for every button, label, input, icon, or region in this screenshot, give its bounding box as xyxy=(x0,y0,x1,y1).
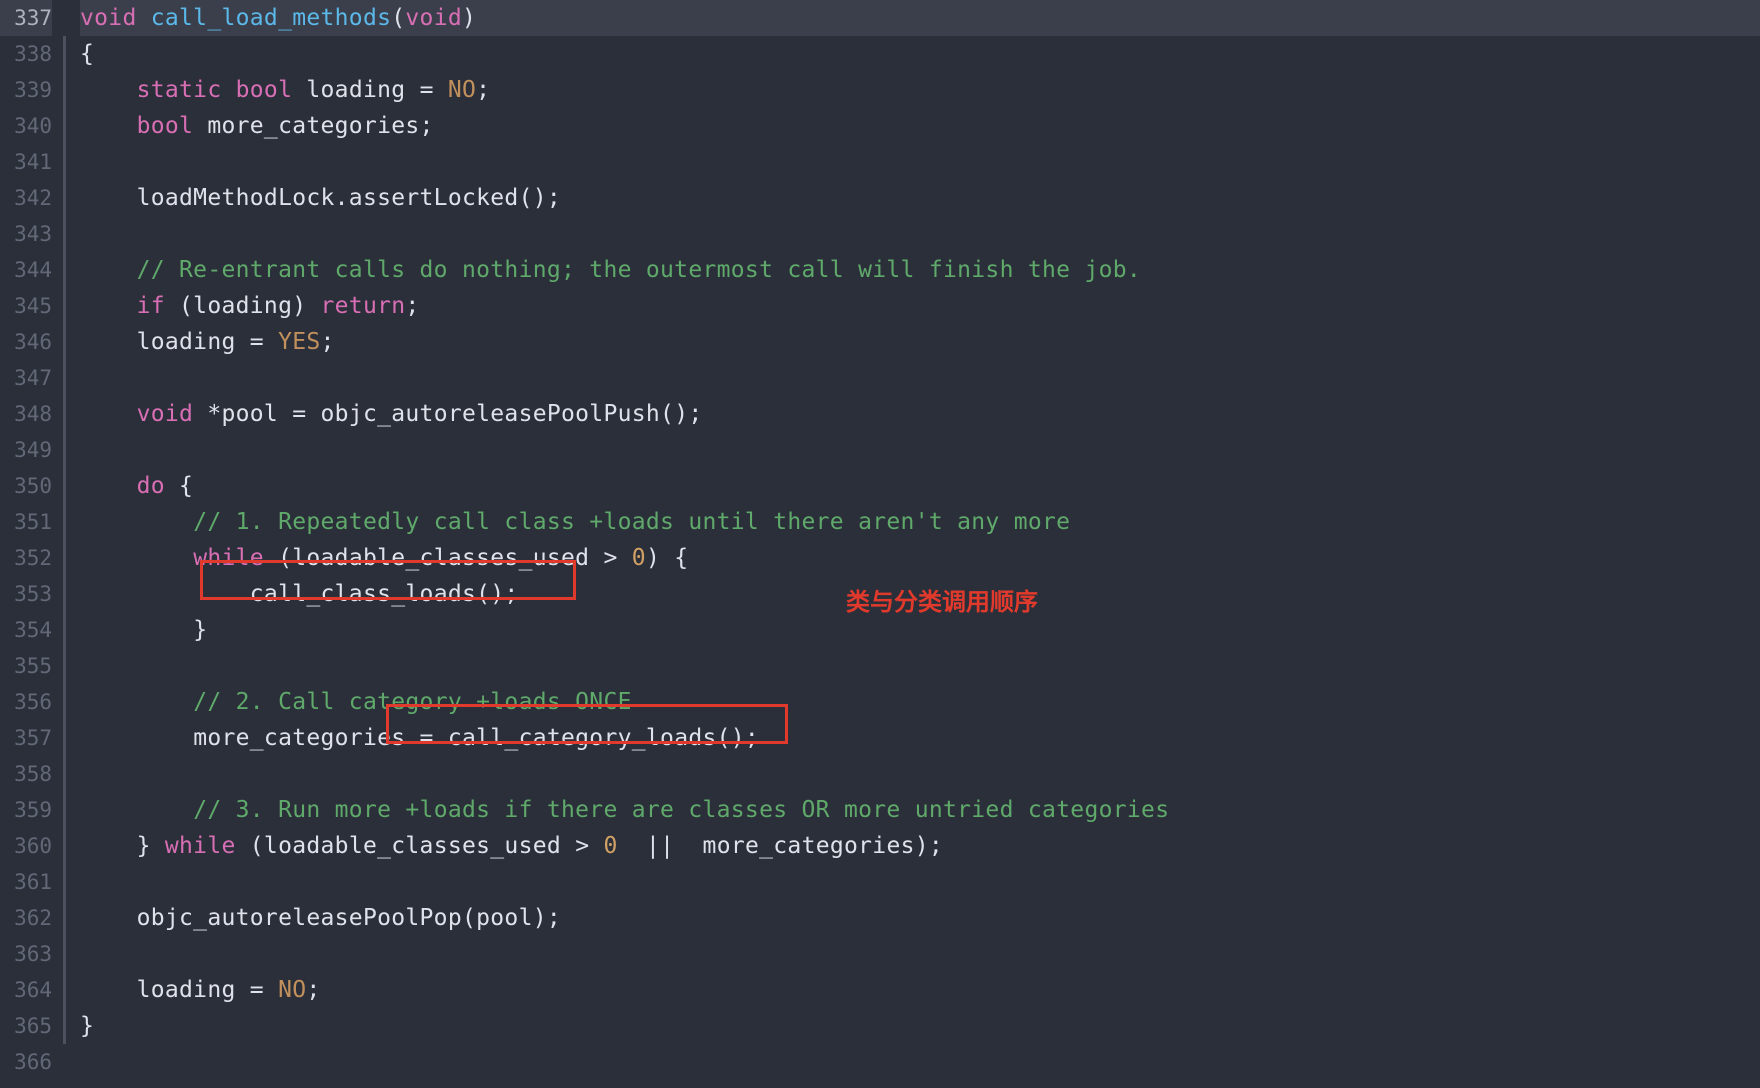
line-number: 355 xyxy=(0,648,52,684)
call-token: call_class_loads(); xyxy=(250,581,519,607)
line-number: 364 xyxy=(0,972,52,1008)
code-line[interactable]: // 3. Run more +loads if there are class… xyxy=(80,792,1760,828)
punct-token: ( xyxy=(391,5,405,31)
code-line[interactable] xyxy=(80,648,1760,684)
code-line[interactable]: loadMethodLock.assertLocked(); xyxy=(80,180,1760,216)
code-line[interactable]: } xyxy=(80,612,1760,648)
code-line[interactable] xyxy=(80,360,1760,396)
line-number: 362 xyxy=(0,900,52,936)
code-line[interactable]: static bool loading = NO; xyxy=(80,72,1760,108)
line-number: 351 xyxy=(0,504,52,540)
identifier-token: loading xyxy=(292,77,419,103)
code-editor[interactable]: 3373383393403413423433443453463473483493… xyxy=(0,0,1760,1088)
code-line[interactable]: more_categories = call_category_loads(); xyxy=(80,720,1760,756)
code-area[interactable]: void call_load_methods(void) { static bo… xyxy=(60,0,1760,1088)
line-number: 353 xyxy=(0,576,52,612)
line-number: 340 xyxy=(0,108,52,144)
keyword-token: return xyxy=(321,293,406,319)
keyword-token: do xyxy=(137,473,165,499)
code-line[interactable]: } while (loadable_classes_used > 0 || mo… xyxy=(80,828,1760,864)
code-line[interactable]: // 1. Repeatedly call class +loads until… xyxy=(80,504,1760,540)
comment-token: // Re-entrant calls do nothing; the oute… xyxy=(137,257,1141,283)
line-number: 360 xyxy=(0,828,52,864)
function-name-token: call_load_methods xyxy=(137,5,392,31)
call-token: more_categories = call_category_loads(); xyxy=(193,725,759,751)
code-line[interactable]: loading = YES; xyxy=(80,324,1760,360)
constant-token: YES xyxy=(278,329,320,355)
code-line[interactable]: loading = NO; xyxy=(80,972,1760,1008)
line-number: 349 xyxy=(0,432,52,468)
line-number: 337 xyxy=(0,0,52,36)
number-token: 0 xyxy=(604,833,618,859)
line-number: 365 xyxy=(0,1008,52,1044)
punct-token: ) xyxy=(462,5,476,31)
code-line[interactable] xyxy=(80,144,1760,180)
line-number: 366 xyxy=(0,1044,52,1080)
line-number: 342 xyxy=(0,180,52,216)
number-token: 0 xyxy=(632,545,646,571)
line-number-gutter: 3373383393403413423433443453463473483493… xyxy=(0,0,60,1088)
code-line[interactable]: void call_load_methods(void) xyxy=(80,0,1760,36)
code-line[interactable] xyxy=(80,432,1760,468)
line-number: 341 xyxy=(0,144,52,180)
line-number: 346 xyxy=(0,324,52,360)
line-number: 363 xyxy=(0,936,52,972)
code-line[interactable]: bool more_categories; xyxy=(80,108,1760,144)
line-number: 339 xyxy=(0,72,52,108)
keyword-token: static xyxy=(137,77,222,103)
code-line[interactable] xyxy=(80,216,1760,252)
keyword-token: while xyxy=(165,833,236,859)
code-line[interactable]: // Re-entrant calls do nothing; the oute… xyxy=(80,252,1760,288)
line-number: 343 xyxy=(0,216,52,252)
keyword-token: void xyxy=(137,401,194,427)
constant-token: NO xyxy=(448,77,476,103)
brace-token: { xyxy=(80,41,94,67)
constant-token: NO xyxy=(278,977,306,1003)
line-number: 344 xyxy=(0,252,52,288)
code-line[interactable]: while (loadable_classes_used > 0) { xyxy=(80,540,1760,576)
line-number: 338 xyxy=(0,36,52,72)
line-number: 345 xyxy=(0,288,52,324)
line-number: 352 xyxy=(0,540,52,576)
line-number: 358 xyxy=(0,756,52,792)
code-line[interactable] xyxy=(80,864,1760,900)
code-line[interactable] xyxy=(80,936,1760,972)
code-line[interactable]: do { xyxy=(80,468,1760,504)
annotation-label: 类与分类调用顺序 xyxy=(846,582,1038,617)
code-line[interactable]: } xyxy=(80,1008,1760,1044)
line-number: 347 xyxy=(0,360,52,396)
code-line[interactable]: objc_autoreleasePoolPop(pool); xyxy=(80,900,1760,936)
keyword-token: bool xyxy=(137,113,194,139)
code-line[interactable] xyxy=(80,1044,1760,1080)
keyword-token: bool xyxy=(236,77,293,103)
identifier-token: more_categories; xyxy=(193,113,434,139)
comment-token: // 1. Repeatedly call class +loads until… xyxy=(193,509,1070,535)
keyword-token: if xyxy=(137,293,165,319)
code-line[interactable]: if (loading) return; xyxy=(80,288,1760,324)
line-number: 356 xyxy=(0,684,52,720)
operator-token: = xyxy=(420,77,434,103)
comment-token: // 2. Call category +loads ONCE xyxy=(193,689,632,715)
line-number: 359 xyxy=(0,792,52,828)
line-number: 350 xyxy=(0,468,52,504)
keyword-token: void xyxy=(405,5,462,31)
line-number: 357 xyxy=(0,720,52,756)
statement-token: loadMethodLock.assertLocked(); xyxy=(137,185,561,211)
code-line[interactable] xyxy=(80,756,1760,792)
code-line[interactable]: { xyxy=(80,36,1760,72)
code-line[interactable]: // 2. Call category +loads ONCE xyxy=(80,684,1760,720)
line-number: 348 xyxy=(0,396,52,432)
line-number: 354 xyxy=(0,612,52,648)
keyword-token: void xyxy=(80,5,137,31)
code-line[interactable]: void *pool = objc_autoreleasePoolPush(); xyxy=(80,396,1760,432)
comment-token: // 3. Run more +loads if there are class… xyxy=(193,797,1169,823)
line-number: 361 xyxy=(0,864,52,900)
keyword-token: while xyxy=(193,545,264,571)
